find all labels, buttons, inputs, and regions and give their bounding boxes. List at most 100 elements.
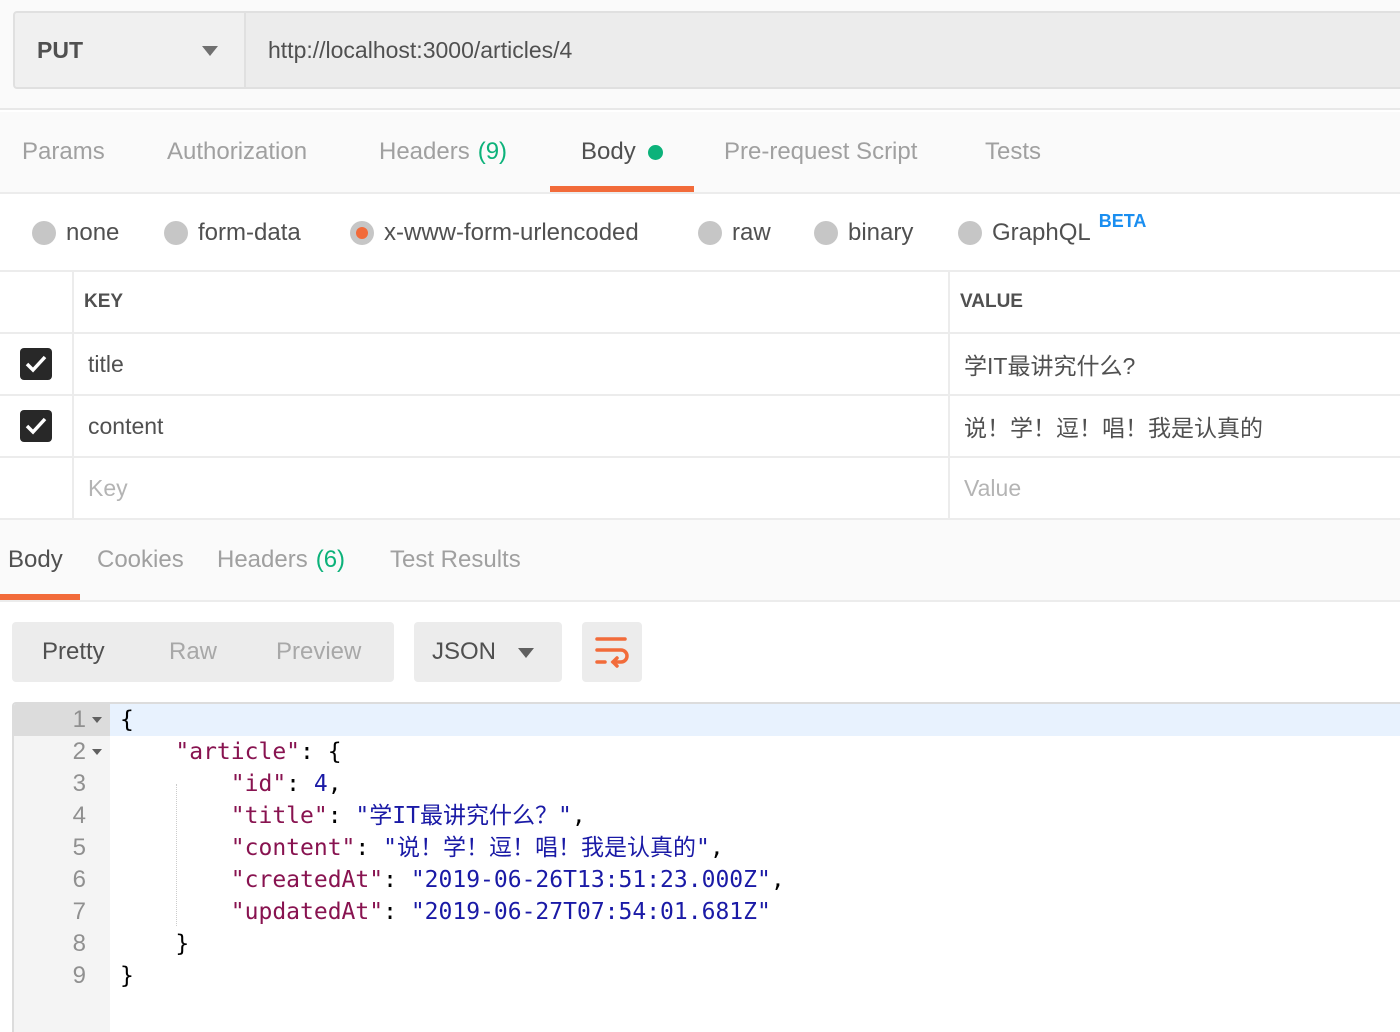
new-key-input[interactable]: Key xyxy=(74,458,950,518)
code-text: "createdAt": "2019-06-26T13:51:23.000Z", xyxy=(120,864,785,896)
wrap-lines-button[interactable] xyxy=(582,622,642,682)
check-icon xyxy=(25,417,47,435)
code-token: , xyxy=(709,835,724,861)
fold-arrow-icon[interactable] xyxy=(92,717,102,723)
code-text: { xyxy=(120,704,134,736)
method-label: PUT xyxy=(37,36,83,63)
url-input[interactable]: http://localhost:3000/articles/4 xyxy=(245,11,1400,89)
key-input[interactable]: content xyxy=(74,396,950,456)
method-select[interactable]: PUT xyxy=(13,11,246,89)
format-select[interactable]: JSON xyxy=(414,622,562,682)
active-tab-underline xyxy=(0,594,80,600)
code-token: : xyxy=(286,771,314,797)
code-line: 4 "title": "学IT最讲究什么？", xyxy=(14,800,1400,832)
check-icon xyxy=(25,355,47,373)
line-number: 7 xyxy=(72,898,86,925)
line-number: 3 xyxy=(72,770,86,797)
table-row: content 说！学！逗！唱！我是认真的 xyxy=(0,396,1400,458)
value-input[interactable]: 说！学！逗！唱！我是认真的 xyxy=(950,396,1400,456)
code-line: 9} xyxy=(14,960,1400,992)
tab-authorization[interactable]: Authorization xyxy=(167,112,307,192)
chevron-down-icon xyxy=(202,46,218,56)
code-line: 7 "updatedAt": "2019-06-27T07:54:01.681Z… xyxy=(14,896,1400,928)
code-line: 6 "createdAt": "2019-06-26T13:51:23.000Z… xyxy=(14,864,1400,896)
code-text: "title": "学IT最讲究什么？", xyxy=(120,800,586,832)
tab-response-body[interactable]: Body xyxy=(8,520,63,600)
new-value-input[interactable]: Value xyxy=(950,458,1400,518)
wrap-lines-icon xyxy=(595,637,629,668)
code-token: "createdAt" xyxy=(230,867,384,893)
view-mode-group: Pretty Raw Preview xyxy=(12,622,394,682)
code-token: "2019-06-27T07:54:01.681Z" xyxy=(410,899,771,925)
tab-cookies[interactable]: Cookies xyxy=(97,520,184,600)
code-token: , xyxy=(571,803,586,829)
code-line: 3 "id": 4, xyxy=(14,768,1400,800)
code-text: } xyxy=(120,928,189,960)
key-input[interactable]: title xyxy=(74,334,950,394)
row-checkbox[interactable] xyxy=(20,410,52,442)
table-row: title 学IT最讲究什么? xyxy=(0,334,1400,396)
modified-dot-icon xyxy=(647,144,663,160)
code-text: } xyxy=(120,960,134,992)
code-token: "updatedAt" xyxy=(230,899,384,925)
code-line: 8 } xyxy=(14,928,1400,960)
radio-graphql[interactable]: GraphQL BETA xyxy=(958,194,1146,272)
line-number: 2 xyxy=(72,738,86,765)
fold-arrow-icon[interactable] xyxy=(92,749,102,755)
code-token: , xyxy=(770,867,785,893)
code-token: "说！学！逗！唱！我是认真的" xyxy=(383,835,710,861)
code-token: "2019-06-26T13:51:23.000Z" xyxy=(410,867,771,893)
code-token: "content" xyxy=(230,835,356,861)
code-token: "id" xyxy=(230,771,287,797)
line-number: 6 xyxy=(72,866,86,893)
headers-count: (9) xyxy=(477,138,508,165)
tab-body[interactable]: Body xyxy=(581,112,663,192)
code-token: : xyxy=(383,899,411,925)
code-token: : { xyxy=(300,739,342,765)
code-token: : xyxy=(327,803,356,829)
chevron-down-icon xyxy=(518,648,534,658)
code-token: } xyxy=(120,931,190,957)
code-token: "article" xyxy=(175,739,301,765)
response-tabs: Body Cookies Headers (6) Test Results xyxy=(0,520,1400,602)
tab-params[interactable]: Params xyxy=(22,112,105,192)
line-number: 8 xyxy=(72,930,86,957)
radio-x-www-form-urlencoded[interactable]: x-www-form-urlencoded xyxy=(350,194,639,272)
code-text: "article": { xyxy=(120,736,342,768)
tab-test-results[interactable]: Test Results xyxy=(390,520,521,600)
code-line: 5 "content": "说！学！逗！唱！我是认真的", xyxy=(14,832,1400,864)
value-input[interactable]: 学IT最讲究什么? xyxy=(950,334,1400,394)
code-token: { xyxy=(120,707,134,733)
tab-pre-request-script[interactable]: Pre-request Script xyxy=(724,112,917,192)
radio-none[interactable]: none xyxy=(32,194,119,272)
view-pretty[interactable]: Pretty xyxy=(42,622,105,682)
request-tabs: Params Authorization Headers (9) Body Pre… xyxy=(0,112,1400,194)
response-body-editor[interactable]: 1{2 "article": {3 "id": 4, 4 "title": "学I… xyxy=(12,702,1400,1032)
radio-binary[interactable]: binary xyxy=(814,194,913,272)
code-text: "updatedAt": "2019-06-27T07:54:01.681Z" xyxy=(120,896,771,928)
tab-response-headers[interactable]: Headers (6) xyxy=(217,520,345,600)
code-token: } xyxy=(120,963,134,989)
response-toolbar: Pretty Raw Preview JSON xyxy=(0,602,1400,702)
radio-raw[interactable]: raw xyxy=(698,194,771,272)
table-row-new: Key Value xyxy=(0,458,1400,520)
view-raw[interactable]: Raw xyxy=(169,622,217,682)
line-number: 9 xyxy=(72,962,86,989)
code-line: 2 "article": { xyxy=(14,736,1400,768)
tab-headers[interactable]: Headers (9) xyxy=(379,112,507,192)
code-token: , xyxy=(327,771,342,797)
code-line: 1{ xyxy=(14,704,1400,736)
view-preview[interactable]: Preview xyxy=(276,622,361,682)
line-number: 4 xyxy=(72,802,86,829)
line-number: 5 xyxy=(72,834,86,861)
code-token: "学IT最讲究什么？" xyxy=(355,803,572,829)
radio-form-data[interactable]: form-data xyxy=(164,194,301,272)
tab-tests[interactable]: Tests xyxy=(985,112,1041,192)
code-token: : xyxy=(383,867,411,893)
row-checkbox[interactable] xyxy=(20,348,52,380)
